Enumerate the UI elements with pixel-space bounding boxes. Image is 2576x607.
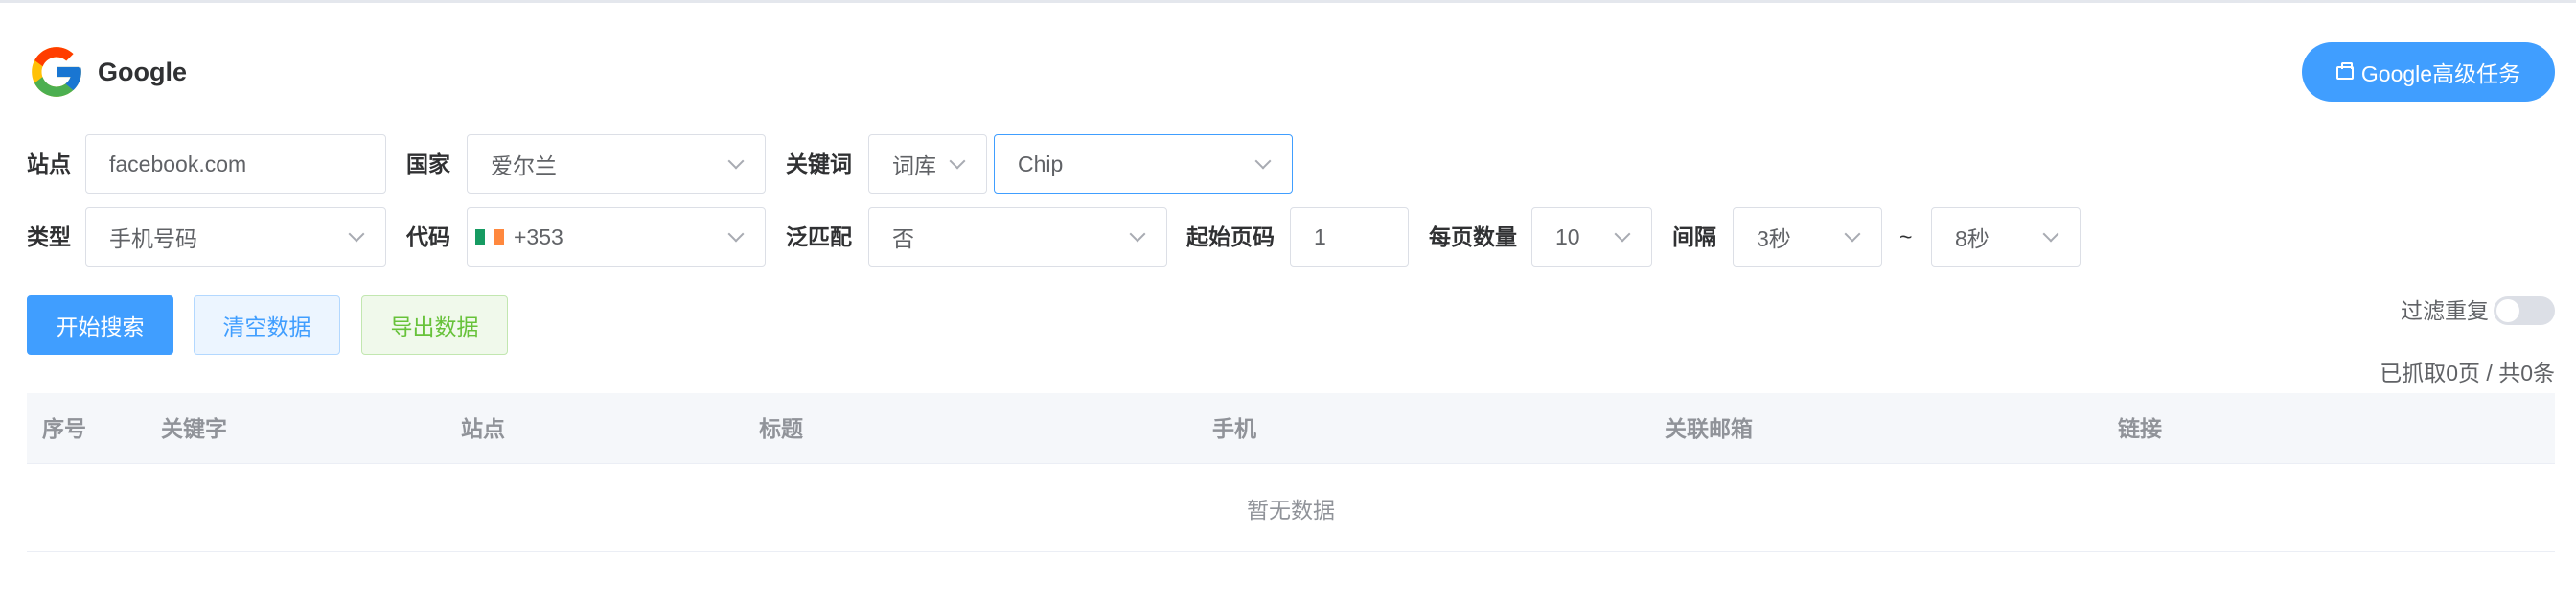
- country-select[interactable]: 爱尔兰: [467, 134, 766, 194]
- chevron-down-icon: [1254, 152, 1272, 170]
- switch-knob: [2496, 299, 2519, 322]
- interval-from-value: 3秒: [1757, 226, 1791, 251]
- clear-data-button[interactable]: 清空数据: [194, 295, 340, 355]
- column-header-index: 序号: [42, 416, 86, 441]
- column-header-phone: 手机: [1212, 416, 1256, 441]
- filter-duplicates-switch[interactable]: [2494, 296, 2555, 325]
- bag-icon: [2335, 62, 2354, 80]
- fuzzy-label: 泛匹配: [786, 224, 852, 249]
- interval-separator: ~: [1899, 224, 1913, 249]
- google-advanced-task-button[interactable]: Google高级任务: [2302, 42, 2555, 102]
- site-input-value: facebook.com: [109, 151, 247, 176]
- column-header-title: 标题: [759, 416, 803, 441]
- column-header-link: 链接: [2118, 416, 2162, 441]
- column-header-site: 站点: [461, 416, 505, 441]
- chevron-down-icon: [1129, 225, 1146, 243]
- keyword-source-value: 词库: [892, 153, 936, 178]
- fuzzy-select-value: 否: [892, 226, 914, 251]
- chevron-down-icon: [727, 152, 745, 170]
- start-page-value: 1: [1314, 223, 1326, 249]
- top-divider: [0, 0, 2576, 3]
- code-label: 代码: [406, 224, 450, 249]
- keyword-source-select[interactable]: 词库: [868, 134, 987, 194]
- per-page-select[interactable]: 10: [1531, 207, 1652, 267]
- table-header: 序号 关键字 站点 标题 手机 关联邮箱 链接: [27, 393, 2555, 464]
- page-count-status: 已抓取0页 / 共0条: [2380, 361, 2555, 385]
- type-label: 类型: [27, 224, 71, 249]
- chevron-down-icon: [727, 225, 745, 243]
- export-data-button[interactable]: 导出数据: [361, 295, 508, 355]
- keyword-select[interactable]: Chip: [994, 134, 1293, 194]
- per-page-label: 每页数量: [1429, 224, 1517, 249]
- interval-from-select[interactable]: 3秒: [1733, 207, 1882, 267]
- site-input[interactable]: facebook.com: [85, 134, 386, 194]
- keyword-select-value: Chip: [1018, 151, 1064, 176]
- results-table: 序号 关键字 站点 标题 手机 关联邮箱 链接 暂无数据: [27, 393, 2555, 552]
- site-label: 站点: [27, 152, 71, 176]
- code-select[interactable]: +353: [467, 207, 766, 267]
- google-advanced-task-label: Google高级任务: [2360, 61, 2521, 86]
- google-logo-icon: [32, 47, 81, 97]
- brand: Google: [27, 42, 187, 102]
- ireland-flag-icon: [475, 229, 504, 245]
- interval-label: 间隔: [1672, 224, 1716, 249]
- country-select-value: 爱尔兰: [491, 153, 557, 178]
- chevron-down-icon: [2042, 225, 2059, 243]
- column-header-email: 关联邮箱: [1665, 416, 1753, 441]
- start-search-button[interactable]: 开始搜索: [27, 295, 173, 355]
- keyword-label: 关键词: [786, 152, 852, 176]
- chevron-down-icon: [1844, 225, 1861, 243]
- interval-to-select[interactable]: 8秒: [1931, 207, 2081, 267]
- start-page-input[interactable]: 1: [1290, 207, 1409, 267]
- type-select-value: 手机号码: [109, 226, 197, 251]
- type-select[interactable]: 手机号码: [85, 207, 386, 267]
- filter-duplicates-label: 过滤重复: [2401, 298, 2489, 323]
- fuzzy-select[interactable]: 否: [868, 207, 1167, 267]
- column-header-keyword: 关键字: [161, 416, 227, 441]
- chevron-down-icon: [1614, 225, 1631, 243]
- interval-to-value: 8秒: [1955, 226, 1990, 251]
- chevron-down-icon: [348, 225, 365, 243]
- page-title: Google: [98, 57, 187, 86]
- country-label: 国家: [406, 152, 450, 176]
- table-empty-state: 暂无数据: [27, 464, 2555, 552]
- chevron-down-icon: [949, 152, 966, 170]
- per-page-value: 10: [1555, 223, 1580, 249]
- start-page-label: 起始页码: [1186, 224, 1275, 249]
- code-select-value: +353: [514, 223, 564, 249]
